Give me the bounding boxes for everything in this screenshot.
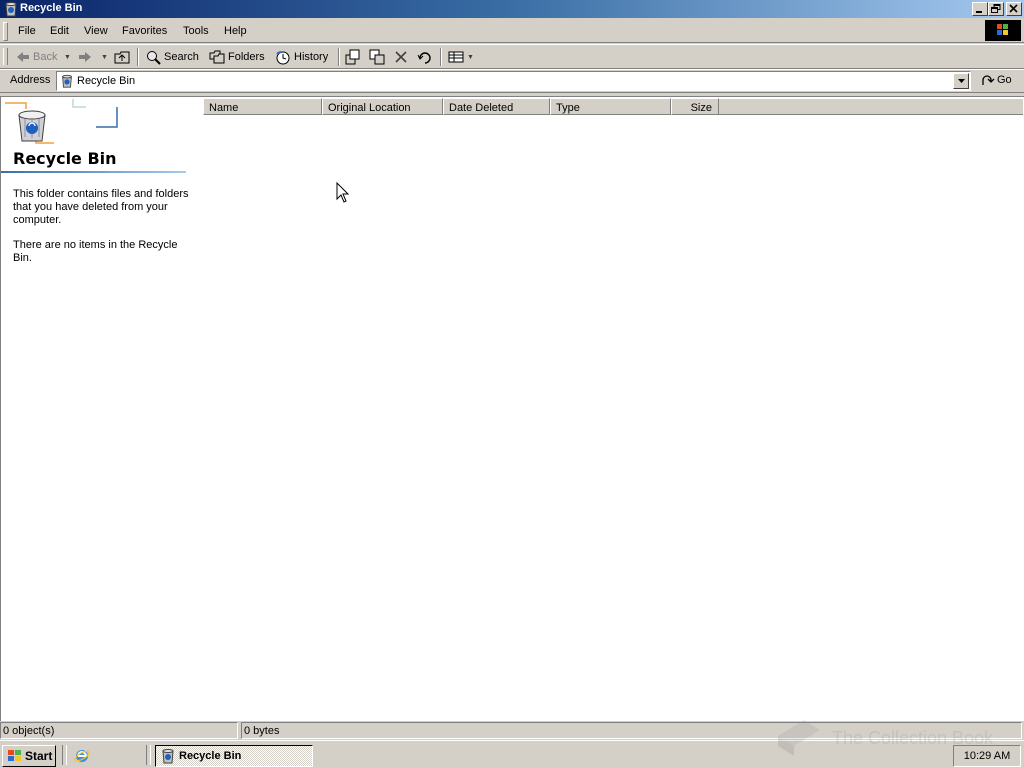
forward-dropdown-icon[interactable]: ▼ <box>101 47 108 67</box>
menu-bar: File Edit View Favorites Tools Help <box>0 19 1024 43</box>
folders-icon <box>209 50 225 64</box>
close-button[interactable] <box>1006 2 1022 16</box>
undo-button[interactable] <box>417 47 433 67</box>
address-value: Recycle Bin <box>77 75 136 87</box>
history-icon <box>276 50 290 64</box>
history-button[interactable]: History <box>275 47 328 67</box>
up-folder-button[interactable] <box>114 47 130 67</box>
folders-button[interactable]: Folders <box>209 47 265 67</box>
toolbar-grip[interactable] <box>3 48 8 65</box>
address-label: Address <box>10 74 51 86</box>
chevron-down-icon <box>958 79 965 83</box>
toolbar-separator <box>338 48 340 66</box>
search-icon <box>147 50 161 65</box>
forward-arrow-icon <box>79 52 91 62</box>
web-view-pane: Recycle Bin This folder contains files a… <box>1 97 201 717</box>
windows-flag-icon <box>8 750 21 761</box>
move-to-icon <box>345 49 360 65</box>
windows-logo <box>985 20 1021 41</box>
up-folder-icon <box>114 51 130 64</box>
toolbar-separator <box>137 48 139 66</box>
internet-explorer-icon[interactable] <box>73 748 91 767</box>
recycle-bin-icon <box>3 1 19 17</box>
watermark-text: The Collection Book <box>832 727 994 748</box>
recycle-bin-large-icon <box>5 99 118 144</box>
menu-tools[interactable]: Tools <box>183 25 209 37</box>
views-button[interactable]: ▼ <box>448 47 474 67</box>
address-dropdown-button[interactable] <box>953 73 969 89</box>
history-label: History <box>294 51 329 63</box>
column-header-date-deleted[interactable]: Date Deleted <box>443 98 550 115</box>
taskbar-button-recycle-bin[interactable]: Recycle Bin <box>155 745 313 767</box>
windows-flag-icon <box>997 24 1008 35</box>
delete-icon <box>395 51 407 63</box>
pane-title: Recycle Bin <box>13 149 117 168</box>
move-to-button[interactable] <box>345 47 361 67</box>
menu-grip[interactable] <box>3 22 8 41</box>
pane-empty-message: There are no items in the Recycle Bin. <box>13 239 178 264</box>
column-header-type[interactable]: Type <box>550 98 671 115</box>
search-label: Search <box>164 51 199 63</box>
header-filler <box>719 98 1023 115</box>
go-button[interactable]: Go <box>981 73 1012 87</box>
minimize-icon <box>976 11 982 13</box>
copy-to-icon <box>369 49 385 65</box>
column-header-original-location[interactable]: Original Location <box>322 98 443 115</box>
back-label: Back <box>33 51 58 63</box>
status-object-count: 0 object(s) <box>0 722 238 739</box>
address-bar: Address Recycle Bin Go <box>0 69 1024 93</box>
toolbar-separator <box>440 48 442 66</box>
window-title: Recycle Bin <box>20 2 83 14</box>
folders-label: Folders <box>228 51 265 63</box>
back-button[interactable]: Back <box>16 47 57 67</box>
menu-help[interactable]: Help <box>224 25 247 37</box>
forward-button[interactable] <box>78 47 92 67</box>
menu-edit[interactable]: Edit <box>50 25 69 37</box>
menu-file[interactable]: File <box>18 25 36 37</box>
column-header-size[interactable]: Size <box>671 98 719 115</box>
views-icon <box>448 51 464 63</box>
minimize-button[interactable] <box>972 2 988 16</box>
delete-button[interactable] <box>394 47 408 67</box>
search-button[interactable]: Search <box>146 47 199 67</box>
title-divider <box>1 171 186 173</box>
folder-view: Recycle Bin This folder contains files a… <box>0 96 1024 721</box>
undo-icon <box>417 52 431 64</box>
address-input[interactable]: Recycle Bin <box>56 71 971 91</box>
column-header-name[interactable]: Name <box>203 98 322 115</box>
copy-to-button[interactable] <box>369 47 385 67</box>
book-icon <box>778 720 820 756</box>
pane-description: This folder contains files and folders t… <box>13 188 189 226</box>
list-header: Name Original Location Date Deleted Type… <box>203 98 1023 115</box>
restore-button[interactable] <box>988 2 1004 16</box>
recycle-bin-icon <box>60 74 74 91</box>
restore-icon <box>991 4 1001 13</box>
views-dropdown-icon: ▼ <box>467 53 474 61</box>
watermark: The Collection Book <box>774 716 993 760</box>
menu-favorites[interactable]: Favorites <box>122 25 167 37</box>
quicklaunch-divider <box>62 745 67 765</box>
go-label: Go <box>997 74 1012 86</box>
back-dropdown-icon[interactable]: ▼ <box>64 47 71 67</box>
start-button[interactable]: Start <box>2 745 56 767</box>
close-icon <box>1009 4 1018 13</box>
go-arrow-icon <box>982 75 995 85</box>
mouse-cursor-icon <box>336 182 350 203</box>
back-arrow-icon <box>17 52 29 62</box>
taskbar-button-label: Recycle Bin <box>179 750 242 762</box>
title-bar[interactable]: Recycle Bin <box>0 0 1024 18</box>
menu-view[interactable]: View <box>84 25 108 37</box>
standard-toolbar: Back ▼ ▼ Search Folders History ▼ <box>0 44 1024 69</box>
recycle-bin-icon <box>162 749 174 764</box>
start-label: Start <box>25 749 53 763</box>
quicklaunch-divider <box>146 745 151 765</box>
